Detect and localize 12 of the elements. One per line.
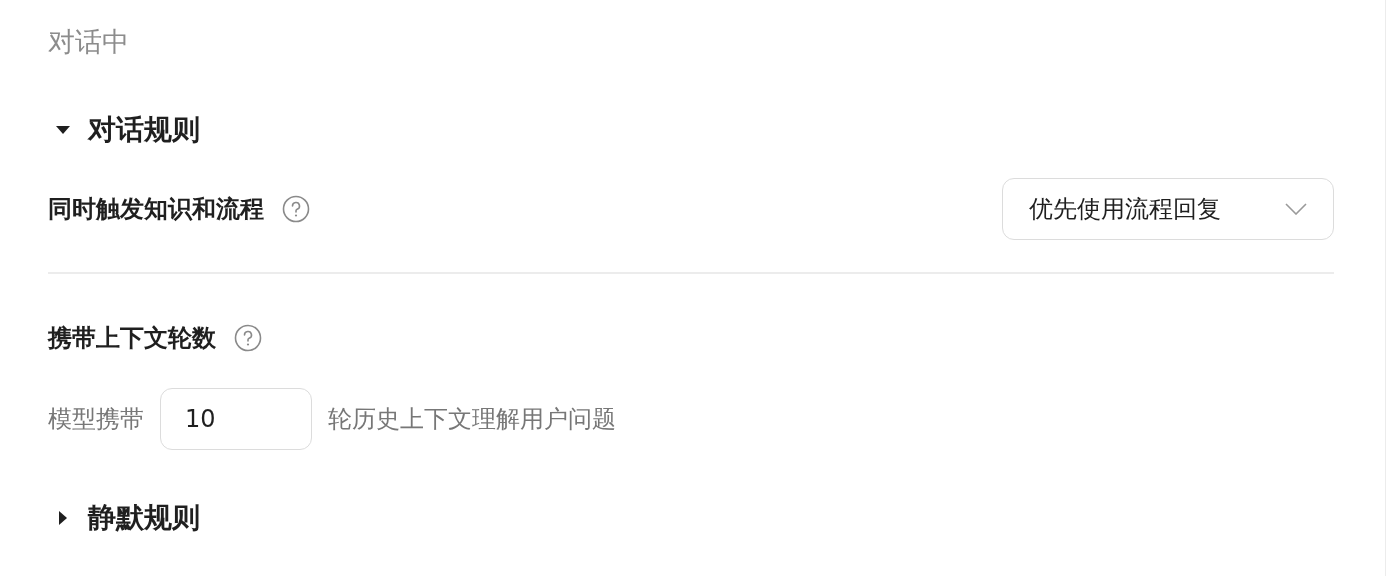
help-icon[interactable]	[234, 324, 262, 352]
setting-label: 同时触发知识和流程	[48, 194, 264, 225]
setting-label: 携带上下文轮数	[48, 323, 216, 354]
dropdown[interactable]: 优先使用流程回复	[1002, 178, 1334, 240]
page-title: 对话中	[48, 25, 130, 59]
number-field[interactable]: 10	[160, 388, 312, 450]
section-title[interactable]: 对话规则	[88, 111, 200, 149]
suffix-text: 轮历史上下文理解用户问题	[328, 404, 616, 435]
prefix-text: 模型携带	[48, 404, 144, 435]
chevron-down-icon	[1285, 203, 1307, 215]
help-icon[interactable]	[282, 195, 310, 223]
section-title[interactable]: 静默规则	[88, 499, 200, 537]
